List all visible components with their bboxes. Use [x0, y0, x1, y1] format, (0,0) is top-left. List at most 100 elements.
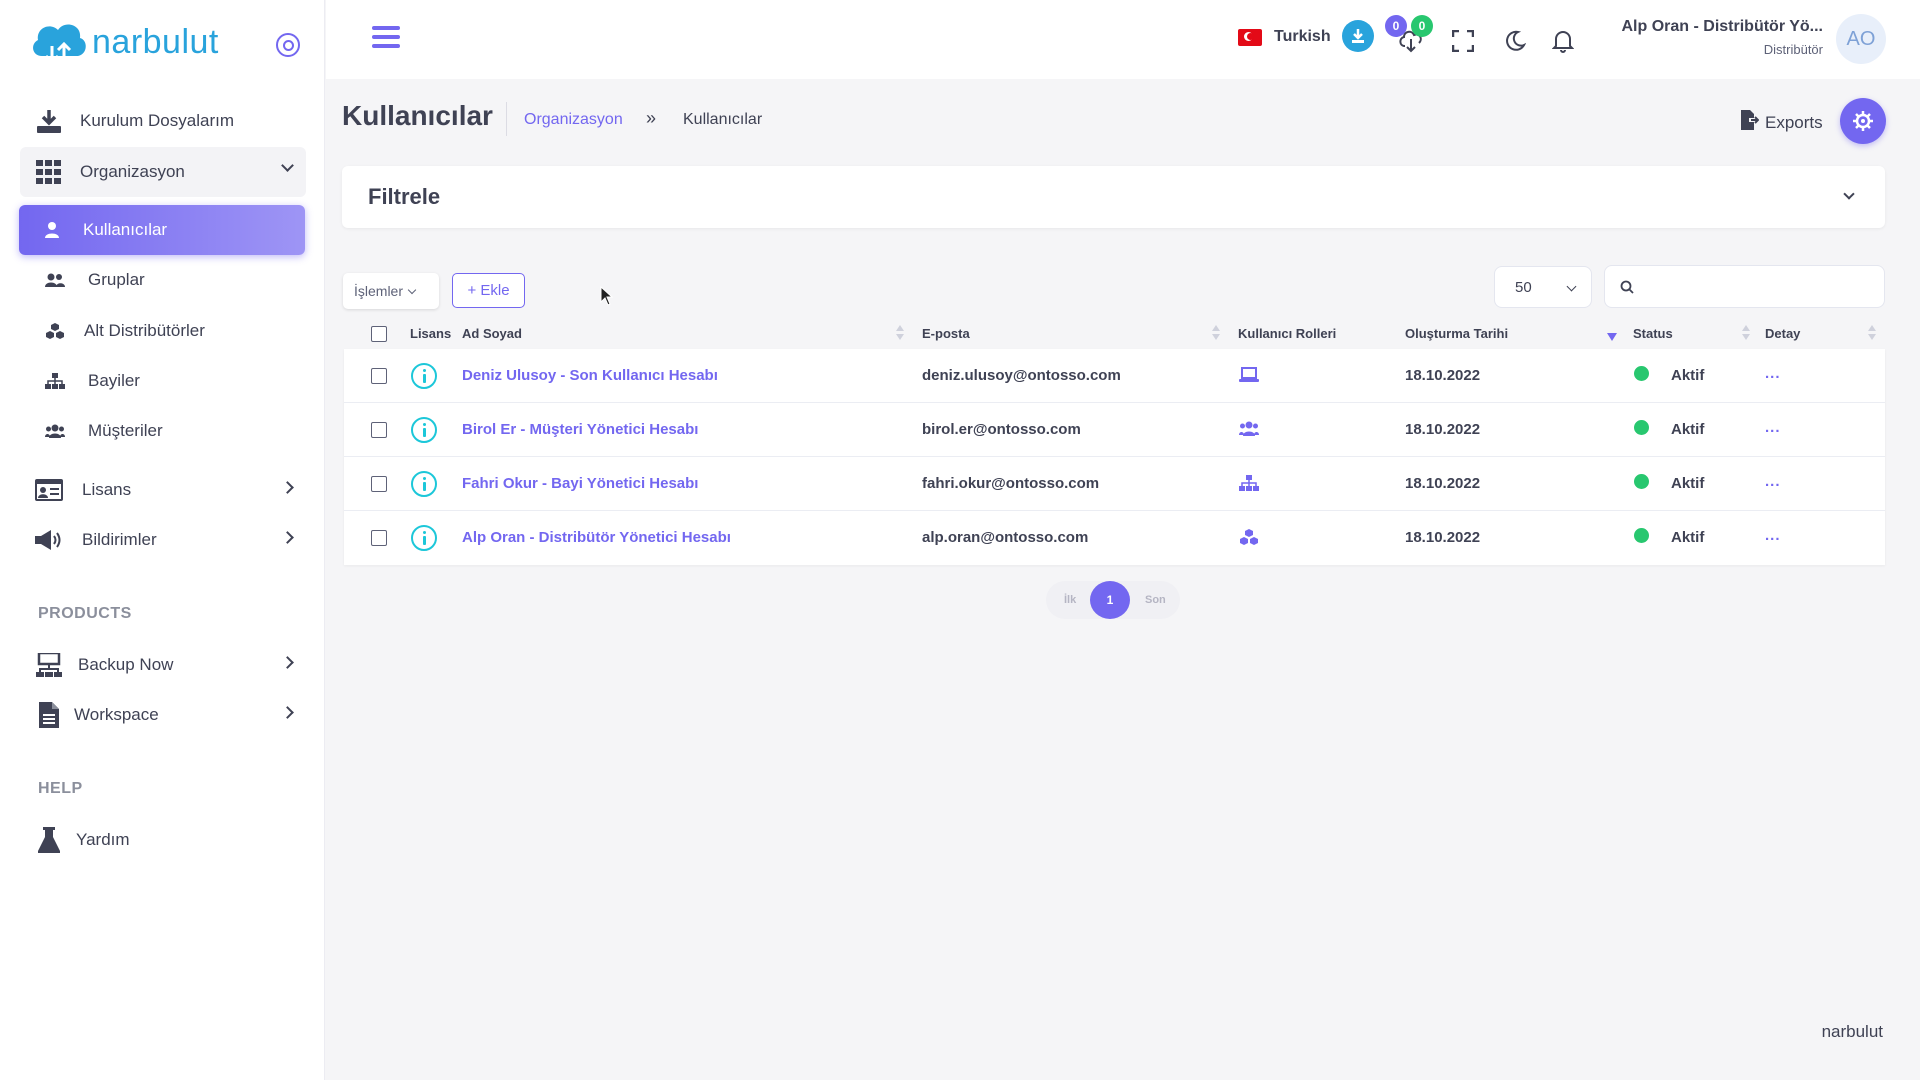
- created-date: 18.10.2022: [1405, 529, 1481, 546]
- user-name[interactable]: Alp Oran - Distribütör Yö...: [1622, 18, 1824, 36]
- download-button[interactable]: [1342, 20, 1374, 52]
- language-selector[interactable]: Turkish: [1238, 28, 1331, 46]
- status-dot: [1634, 420, 1649, 435]
- sort-icon[interactable]: [896, 325, 904, 341]
- sidebar-item-backup-now[interactable]: Backup Now: [20, 640, 306, 690]
- chevron-right-icon: [281, 656, 294, 669]
- user-name-link[interactable]: Alp Oran - Distribütör Yönetici Hesabı: [462, 529, 731, 546]
- pagination-first[interactable]: İlk: [1064, 594, 1076, 606]
- row-checkbox[interactable]: [371, 368, 387, 384]
- detail-menu[interactable]: ...: [1765, 527, 1781, 544]
- network-icon: [34, 650, 64, 680]
- sidebar-toggle-icon[interactable]: [276, 33, 300, 57]
- sort-icon[interactable]: [1742, 325, 1750, 341]
- sidebar-item-label: Lisans: [82, 480, 132, 499]
- sort-icon[interactable]: [1868, 325, 1876, 341]
- breadcrumb-current: Kullanıcılar: [683, 111, 763, 128]
- table-row[interactable]: Alp Oran - Distribütör Yönetici Hesabı a…: [344, 511, 1885, 565]
- page-size-select[interactable]: 50: [1494, 266, 1592, 308]
- pagination: İlk 1 Son: [1046, 581, 1180, 619]
- status-dot: [1634, 528, 1649, 543]
- sidebar-item-bayiler[interactable]: Bayiler: [20, 356, 306, 406]
- filter-title: Filtrele: [368, 184, 441, 209]
- sidebar-item-musteriler[interactable]: Müşteriler: [20, 406, 306, 456]
- settings-button[interactable]: [1840, 98, 1886, 144]
- sidebar-item-lisans[interactable]: Lisans: [20, 465, 306, 515]
- column-header-eposta[interactable]: E-posta: [922, 326, 970, 341]
- filter-panel[interactable]: Filtrele: [342, 166, 1885, 228]
- sitemap-icon: [40, 366, 70, 396]
- chevron-down-icon[interactable]: [1843, 188, 1855, 200]
- status-text: Aktif: [1671, 421, 1705, 438]
- customers-icon: [40, 416, 70, 446]
- detail-menu[interactable]: ...: [1765, 473, 1781, 490]
- sidebar: narbulut Kurulum Dosyalarım Organizasyon…: [0, 0, 325, 1080]
- narbulut-logo[interactable]: narbulut: [28, 16, 219, 68]
- info-icon[interactable]: [411, 417, 437, 443]
- users-table: Deniz Ulusoy - Son Kullanıcı Hesabı deni…: [344, 349, 1885, 565]
- column-header-status[interactable]: Status: [1633, 326, 1673, 341]
- fullscreen-icon[interactable]: [1450, 28, 1476, 54]
- select-all-checkbox[interactable]: [371, 326, 387, 342]
- document-icon: [34, 700, 64, 730]
- user-name-link[interactable]: Deniz Ulusoy - Son Kullanıcı Hesabı: [462, 367, 718, 384]
- detail-menu[interactable]: ...: [1765, 365, 1781, 382]
- cloud-logo-icon: [28, 16, 90, 68]
- sidebar-item-label: Bildirimler: [82, 530, 157, 549]
- search-input[interactable]: [1643, 274, 1873, 300]
- actions-dropdown[interactable]: İşlemler: [343, 273, 439, 309]
- bell-icon[interactable]: [1550, 28, 1576, 54]
- info-icon[interactable]: [411, 471, 437, 497]
- sidebar-item-workspace[interactable]: Workspace: [20, 690, 306, 740]
- sidebar-item-kullanicilar[interactable]: Kullanıcılar: [19, 205, 305, 255]
- megaphone-icon: [34, 525, 64, 555]
- exports-button[interactable]: Exports: [1741, 110, 1823, 135]
- section-label-products: PRODUCTS: [38, 605, 132, 622]
- table-row[interactable]: Fahri Okur - Bayi Yönetici Hesabı fahri.…: [344, 457, 1885, 511]
- section-label-help: HELP: [38, 780, 83, 797]
- chevron-down-icon: [281, 159, 294, 172]
- sidebar-item-gruplar[interactable]: Gruplar: [20, 255, 306, 305]
- sidebar-item-bildirimler[interactable]: Bildirimler: [20, 515, 306, 565]
- chevron-down-icon: [407, 285, 417, 294]
- pagination-current-page[interactable]: 1: [1090, 581, 1130, 619]
- title-divider: [506, 102, 507, 136]
- column-header-ad-soyad[interactable]: Ad Soyad: [462, 326, 522, 341]
- column-header-olusturma-tarihi[interactable]: Oluşturma Tarihi: [1405, 326, 1508, 341]
- user-role: Distribütör: [1763, 42, 1823, 57]
- file-export-icon: [1741, 110, 1760, 135]
- table-row[interactable]: Birol Er - Müşteri Yönetici Hesabı birol…: [344, 403, 1885, 457]
- dark-mode-moon-icon[interactable]: [1502, 28, 1528, 54]
- avatar[interactable]: AO: [1836, 14, 1886, 64]
- user-name-link[interactable]: Birol Er - Müşteri Yönetici Hesabı: [462, 421, 698, 438]
- breadcrumb-organizasyon[interactable]: Organizasyon: [524, 111, 623, 129]
- sort-icon[interactable]: [1212, 325, 1220, 341]
- sidebar-item-alt-distributorler[interactable]: Alt Distribütörler: [20, 306, 306, 356]
- sidebar-item-organizasyon[interactable]: Organizasyon: [20, 147, 306, 197]
- pagination-last[interactable]: Son: [1145, 594, 1166, 606]
- add-button[interactable]: + Ekle: [452, 273, 525, 308]
- sidebar-item-kurulum[interactable]: Kurulum Dosyalarım: [20, 96, 306, 146]
- row-checkbox[interactable]: [371, 422, 387, 438]
- mouse-cursor-icon: [600, 286, 614, 306]
- user-name-link[interactable]: Fahri Okur - Bayi Yönetici Hesabı: [462, 475, 698, 492]
- sort-desc-icon[interactable]: [1607, 333, 1617, 341]
- created-date: 18.10.2022: [1405, 367, 1481, 384]
- turkey-flag-icon: [1238, 28, 1262, 46]
- row-checkbox[interactable]: [371, 530, 387, 546]
- info-icon[interactable]: [411, 525, 437, 551]
- sidebar-item-yardim[interactable]: Yardım: [20, 815, 306, 865]
- detail-menu[interactable]: ...: [1765, 419, 1781, 436]
- search-box[interactable]: [1604, 265, 1885, 308]
- info-icon[interactable]: [411, 363, 437, 389]
- user-email: fahri.okur@ontosso.com: [922, 475, 1100, 492]
- table-row[interactable]: Deniz Ulusoy - Son Kullanıcı Hesabı deni…: [344, 349, 1885, 403]
- flask-icon: [34, 825, 64, 855]
- created-date: 18.10.2022: [1405, 475, 1481, 492]
- hamburger-menu-icon[interactable]: [372, 26, 400, 48]
- search-icon: [1620, 280, 1634, 299]
- sidebar-item-label: Alt Distribütörler: [84, 321, 205, 340]
- column-header-detay[interactable]: Detay: [1765, 326, 1800, 341]
- notification-badge-blue: 0: [1385, 15, 1407, 37]
- row-checkbox[interactable]: [371, 476, 387, 492]
